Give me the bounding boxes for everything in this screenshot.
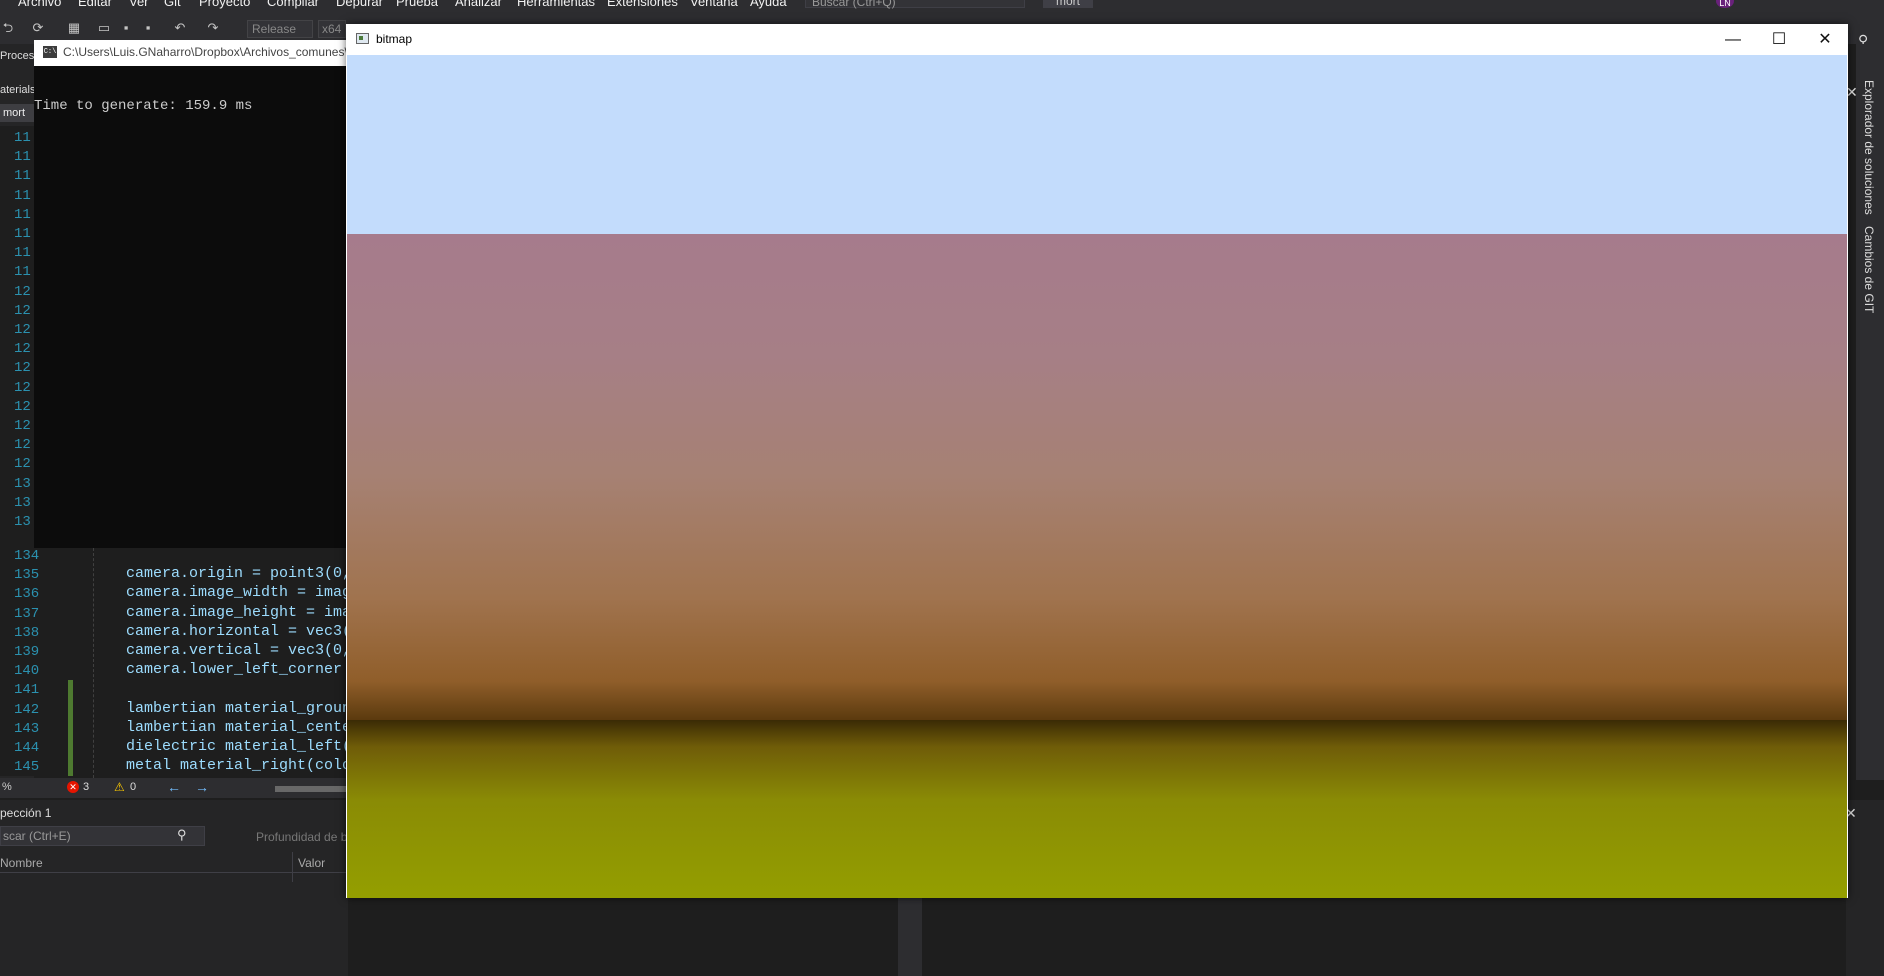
editor-tab-mort[interactable]: mort <box>0 104 34 122</box>
line-number: 138 <box>14 624 40 641</box>
right-tool-strip: Explorador de soluciones Cambios de GIT <box>1856 44 1884 780</box>
solution-explorer-tab[interactable]: Explorador de soluciones <box>1862 80 1876 215</box>
rendered-image <box>347 55 1847 898</box>
nav-back-icon[interactable]: ← <box>167 779 181 795</box>
bitmap-titlebar[interactable]: bitmap — ☐ ✕ <box>346 24 1848 55</box>
line-number: 137 <box>14 605 40 622</box>
inspect-search-input[interactable]: scar (Ctrl+E) <box>0 826 205 846</box>
code-line[interactable]: camera.vertical = vec3(0, <box>126 642 348 659</box>
vs-search-input[interactable]: Buscar (Ctrl+Q) <box>805 0 1025 9</box>
menu-editar[interactable]: Editar <box>78 0 112 9</box>
code-line[interactable]: camera.horizontal = vec3( <box>126 623 348 640</box>
save-all-icon[interactable]: ▪ <box>140 20 156 36</box>
render-sky <box>347 55 1847 234</box>
editor-status-bar: % ✕ 3 ⚠ 0 ← → <box>0 778 348 798</box>
inspect-panel-title[interactable]: pección 1 <box>0 806 51 820</box>
console-output-text: Time to generate: 159.9 ms <box>34 98 253 114</box>
redo-icon[interactable]: ↷ <box>205 20 221 36</box>
processes-label[interactable]: Proces <box>0 50 34 62</box>
menu-git[interactable]: Git <box>164 0 181 9</box>
materials-tab-label[interactable]: aterials <box>0 84 35 96</box>
code-line[interactable]: camera.image_height = ima <box>126 604 348 621</box>
bitmap-window[interactable]: bitmap — ☐ ✕ <box>346 24 1848 898</box>
line-number: 139 <box>14 644 40 660</box>
code-line[interactable]: camera.image_width = imag <box>126 584 348 601</box>
line-number: 143 <box>14 720 40 737</box>
code-line[interactable]: dielectric material_left( <box>126 738 348 755</box>
column-separator[interactable] <box>292 852 293 882</box>
code-line[interactable]: camera.origin = point3(0, <box>126 565 348 582</box>
menu-herramientas[interactable]: Herramientas <box>517 0 595 9</box>
console-app-icon: C:\ <box>43 46 57 58</box>
right-bottom-panel <box>1846 800 1884 976</box>
back-icon[interactable]: ⮌ <box>0 20 16 36</box>
menu-bar: Archivo Editar Ver Git Proyecto Compilar… <box>0 0 1884 12</box>
column-name-header[interactable]: Nombre <box>0 856 43 870</box>
render-sphere <box>347 234 1847 720</box>
menu-compilar[interactable]: Compilar <box>267 0 319 9</box>
configuration-select[interactable]: Release <box>247 20 313 38</box>
close-button[interactable]: ✕ <box>1802 24 1848 55</box>
line-number: 140 <box>14 663 40 680</box>
horizontal-scrollbar[interactable] <box>275 786 348 792</box>
render-ground <box>347 720 1847 898</box>
code-editor[interactable]: camera.origin = point3(0, camera.image_wi… <box>74 548 348 778</box>
menu-archivo[interactable]: Archivo <box>18 0 61 9</box>
console-title-path: C:\Users\Luis.GNaharro\Dropbox\Archivos_… <box>63 45 348 59</box>
project-name-badge: mort <box>1043 0 1093 8</box>
line-number: 136 <box>14 586 40 603</box>
undo-icon[interactable]: ↶ <box>172 20 188 36</box>
git-changes-tab[interactable]: Cambios de GIT <box>1862 226 1876 313</box>
line-number: 141 <box>14 682 40 699</box>
maximize-button[interactable]: ☐ <box>1756 24 1802 55</box>
line-number: 135 <box>14 567 40 584</box>
minimize-button[interactable]: — <box>1710 24 1756 55</box>
save-icon[interactable]: ▪ <box>118 20 134 36</box>
inspect-column-header: Nombre Valor <box>0 852 348 882</box>
open-folder-icon[interactable]: ▭ <box>96 20 112 36</box>
code-line[interactable]: lambertian material_cente <box>126 719 348 736</box>
code-line[interactable]: camera.lower_left_corner <box>126 661 348 678</box>
menu-depurar[interactable]: Depurar <box>336 0 383 9</box>
menu-prueba[interactable]: Prueba <box>396 0 438 9</box>
inspect-panel: pección 1 scar (Ctrl+E) ⚲ Profundidad de… <box>0 800 348 976</box>
error-count[interactable]: 3 <box>83 781 89 793</box>
console-titlebar[interactable]: C:\ C:\Users\Luis.GNaharro\Dropbox\Archi… <box>34 40 348 66</box>
bitmap-app-icon <box>356 33 369 44</box>
search-depth-label[interactable]: Profundidad de b <box>256 830 347 844</box>
menu-proyecto[interactable]: Proyecto <box>199 0 250 9</box>
menu-analizar[interactable]: Analizar <box>455 0 502 9</box>
menu-ayuda[interactable]: Ayuda <box>750 0 787 9</box>
line-number: 134 <box>14 548 40 564</box>
indent-guide <box>93 548 94 778</box>
nav-forward-icon[interactable]: → <box>195 779 209 795</box>
code-line[interactable]: lambertian material_groun <box>126 700 348 717</box>
line-number: 142 <box>14 701 40 718</box>
user-avatar[interactable]: LN <box>1716 0 1734 8</box>
console-window[interactable]: C:\ C:\Users\Luis.GNaharro\Dropbox\Archi… <box>34 40 348 548</box>
platform-select[interactable]: x64 <box>318 20 346 38</box>
line-number: 145 <box>14 759 40 776</box>
new-item-icon[interactable]: ▦ <box>66 20 82 36</box>
zoom-select[interactable]: % <box>2 781 12 793</box>
menu-ventana[interactable]: Ventana <box>690 0 738 9</box>
menu-ver[interactable]: Ver <box>129 0 149 9</box>
code-line[interactable]: metal material_right(colo <box>126 757 348 774</box>
error-icon[interactable]: ✕ <box>67 781 79 793</box>
column-value-header[interactable]: Valor <box>298 856 325 870</box>
warning-count[interactable]: 0 <box>130 781 136 793</box>
bitmap-window-title: bitmap <box>376 32 413 46</box>
line-number: 144 <box>14 740 40 756</box>
warning-icon[interactable]: ⚠ <box>114 780 125 794</box>
splitter[interactable] <box>898 896 922 976</box>
search-icon[interactable]: ⚲ <box>177 827 187 843</box>
forward-icon[interactable]: ⟳ <box>30 20 46 36</box>
change-marker <box>68 680 73 776</box>
menu-extensiones[interactable]: Extensiones <box>607 0 678 9</box>
